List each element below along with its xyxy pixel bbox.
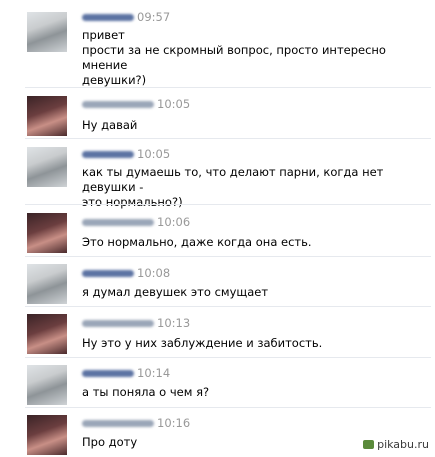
- sender-avatar[interactable]: [27, 264, 67, 304]
- message-time[interactable]: 10:08: [137, 266, 170, 280]
- message-time[interactable]: 10:05: [157, 97, 190, 111]
- watermark-text: pikabu.ru: [377, 438, 429, 451]
- message-time[interactable]: 09:57: [137, 10, 170, 24]
- message-divider: [25, 407, 431, 408]
- sender-name-blurred[interactable]: [82, 13, 134, 21]
- message-time[interactable]: 10:14: [137, 366, 170, 380]
- message-header: 10:05: [82, 147, 170, 161]
- sender-name-blurred[interactable]: [82, 150, 134, 158]
- sender-avatar[interactable]: [27, 365, 67, 405]
- sender-avatar[interactable]: [27, 415, 67, 455]
- message-header: 10:14: [82, 366, 170, 380]
- sender-avatar[interactable]: [27, 96, 67, 136]
- message-header: 10:08: [82, 266, 170, 280]
- sender-avatar[interactable]: [27, 314, 67, 354]
- sender-name-blurred[interactable]: [82, 369, 134, 377]
- message-time[interactable]: 10:16: [157, 416, 190, 430]
- message-text: привет прости за не скромный вопрос, про…: [82, 28, 386, 87]
- message-header: 10:13: [82, 316, 190, 330]
- message-time[interactable]: 10:13: [157, 316, 190, 330]
- message-divider: [25, 87, 431, 88]
- pikabu-logo-icon: [363, 440, 375, 449]
- sender-name-blurred[interactable]: [82, 100, 154, 108]
- sender-avatar[interactable]: [27, 147, 67, 187]
- sender-name-blurred[interactable]: [82, 218, 154, 226]
- message-text: Ну давай: [82, 118, 138, 132]
- message-text: а ты поняла о чем я?: [82, 385, 210, 399]
- message-divider: [25, 306, 431, 307]
- message-divider: [25, 138, 431, 139]
- sender-name-blurred[interactable]: [82, 419, 154, 427]
- message-text: Это нормально, даже когда она есть.: [82, 235, 312, 249]
- sender-avatar[interactable]: [27, 12, 67, 52]
- sender-avatar[interactable]: [27, 213, 67, 253]
- watermark: pikabu.ru: [363, 438, 429, 451]
- message-divider: [25, 357, 431, 358]
- message-text: я думал девушек это смущает: [82, 285, 269, 299]
- message-time[interactable]: 10:05: [137, 147, 170, 161]
- message-time[interactable]: 10:06: [157, 215, 190, 229]
- message-text: Ну это у них заблуждение и забитость.: [82, 336, 323, 350]
- message-header: 10:16: [82, 416, 190, 430]
- sender-name-blurred[interactable]: [82, 269, 134, 277]
- message-divider: [25, 256, 431, 257]
- message-divider: [25, 204, 431, 205]
- sender-name-blurred[interactable]: [82, 319, 154, 327]
- message-header: 10:05: [82, 97, 190, 111]
- message-header: 09:57: [82, 10, 170, 24]
- message-header: 10:06: [82, 215, 190, 229]
